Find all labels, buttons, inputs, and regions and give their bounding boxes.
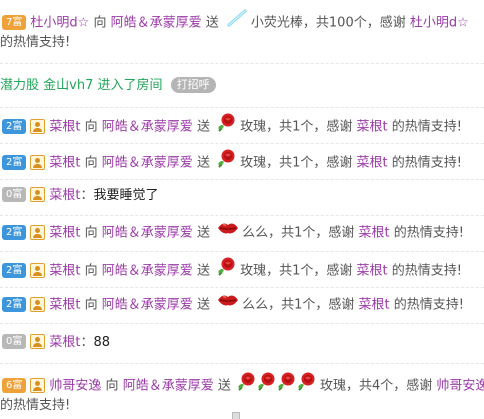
sender-name[interactable]: 菜根t: [49, 188, 80, 203]
user-icon: [30, 224, 46, 240]
chat-message-gift: 2富 菜根t 向 阿皓＆承蒙厚爱 送 玫瑰，共1个，感谢 菜根t 的热情支持!: [0, 108, 484, 144]
receiver-name[interactable]: 阿皓＆承蒙厚爱: [111, 16, 202, 31]
rose-icon: [217, 112, 237, 140]
send-word: 送: [196, 119, 210, 135]
thank-name[interactable]: 菜根t: [357, 264, 388, 279]
thanks-tail: 的热情支持!: [0, 35, 71, 50]
thanks-tail: 的热情支持!: [0, 398, 71, 413]
gift-text: 玫瑰，共1个，感谢: [240, 263, 353, 279]
thanks-tail: 的热情支持!: [391, 155, 462, 171]
receiver-name[interactable]: 阿皓＆承蒙厚爱: [102, 264, 193, 279]
sender-name[interactable]: 菜根t: [49, 226, 80, 241]
user-icon: [30, 296, 46, 312]
send-word: 送: [196, 297, 210, 313]
thank-name[interactable]: 杜小明d☆: [410, 16, 469, 31]
chat-message-gift: 2富 菜根t 向 阿皓＆承蒙厚爱 送 玫瑰，共1个，感谢 菜根t 的热情支持!: [0, 144, 484, 180]
to-word: 向: [84, 119, 98, 135]
chat-text: 88: [93, 335, 111, 350]
scroll-grip[interactable]: [232, 412, 240, 419]
gift-text: 么么，共1个，感谢: [242, 225, 355, 241]
thanks-tail: 的热情支持!: [391, 119, 462, 135]
sender-name[interactable]: 菜根t: [49, 298, 80, 313]
wealth-level-badge: 7富: [2, 14, 27, 30]
send-word: 送: [196, 225, 210, 241]
to-word: 向: [105, 378, 119, 394]
wealth-level-badge: 0富: [2, 187, 27, 202]
kiss-lips-icon: [217, 220, 239, 244]
sender-name[interactable]: 菜根t: [49, 264, 80, 279]
sender-name[interactable]: 杜小明d☆: [30, 16, 89, 31]
gift-text: 玫瑰，共4个，感谢: [320, 378, 433, 394]
colon: ：: [80, 335, 94, 350]
thank-name[interactable]: 菜根t: [359, 226, 390, 241]
thanks-tail: 的热情支持!: [391, 263, 462, 279]
user-icon: [30, 118, 46, 134]
rose-icon: [217, 148, 237, 176]
send-word: 送: [205, 15, 219, 31]
colon: ：: [80, 188, 94, 203]
thank-name[interactable]: 菜根t: [359, 298, 390, 313]
to-word: 向: [84, 225, 98, 241]
gift-text: 小荧光棒，共100个，感谢: [250, 15, 406, 31]
user-icon: [30, 334, 46, 349]
wealth-level-badge: 6富: [2, 377, 27, 393]
chat-text: 我要睡觉了: [93, 188, 159, 203]
wealth-level-badge: 0富: [2, 334, 27, 349]
thank-name[interactable]: 帅哥安逸: [436, 379, 484, 394]
sender-name[interactable]: 菜根t: [49, 156, 80, 171]
receiver-name[interactable]: 阿皓＆承蒙厚爱: [102, 156, 193, 171]
send-word: 送: [196, 263, 210, 279]
user-icon: [30, 377, 46, 393]
chat-message-gift: 6富 帅哥安逸 向 阿皓＆承蒙厚爱 送 玫瑰，共4个，感谢 帅哥安逸 的热情支持!: [0, 364, 484, 419]
receiver-name[interactable]: 阿皓＆承蒙厚爱: [102, 120, 193, 135]
sender-name[interactable]: 帅哥安逸: [49, 379, 101, 394]
chat-message-gift: 2富 菜根t 向 阿皓＆承蒙厚爱 送 么么，共1个，感谢 菜根t 的热情支持!: [0, 288, 484, 324]
rose-icon: [217, 256, 237, 284]
chat-message-gift: 7富 杜小明d☆ 向 阿皓＆承蒙厚爱 送 小荧光棒，共100个，感谢 杜小明d☆ …: [0, 0, 484, 64]
chat-message-text: 0富 菜根t：88: [0, 324, 484, 364]
user-icon: [30, 262, 46, 278]
sender-name[interactable]: 菜根t: [49, 335, 80, 350]
send-word: 送: [217, 378, 231, 394]
to-word: 向: [84, 297, 98, 313]
receiver-name[interactable]: 阿皓＆承蒙厚爱: [123, 379, 214, 394]
wealth-level-badge: 2富: [2, 118, 27, 134]
chat-message-list: 7富 杜小明d☆ 向 阿皓＆承蒙厚爱 送 小荧光棒，共100个，感谢 杜小明d☆ …: [0, 0, 484, 419]
chat-message-gift: 2富 菜根t 向 阿皓＆承蒙厚爱 送 玫瑰，共1个，感谢 菜根t 的热情支持!: [0, 252, 484, 288]
gift-text: 么么，共1个，感谢: [242, 297, 355, 313]
thanks-tail: 的热情支持!: [393, 297, 464, 313]
wealth-level-badge: 2富: [2, 154, 27, 170]
user-icon: [30, 187, 46, 202]
thanks-tail: 的热情支持!: [393, 225, 464, 241]
to-word: 向: [84, 155, 98, 171]
gift-text: 玫瑰，共1个，感谢: [240, 119, 353, 135]
chat-message-gift: 2富 菜根t 向 阿皓＆承蒙厚爱 送 么么，共1个，感谢 菜根t 的热情支持!: [0, 216, 484, 252]
thank-name[interactable]: 菜根t: [357, 156, 388, 171]
user-icon: [30, 154, 46, 170]
wealth-level-badge: 2富: [2, 262, 27, 278]
kiss-lips-icon: [217, 292, 239, 316]
to-word: 向: [84, 263, 98, 279]
sender-name[interactable]: 菜根t: [49, 120, 80, 135]
wealth-level-badge: 2富: [2, 296, 27, 312]
send-word: 送: [196, 155, 210, 171]
to-word: 向: [93, 15, 107, 31]
greet-button[interactable]: 打招呼: [170, 76, 216, 93]
thank-name[interactable]: 菜根t: [357, 120, 388, 135]
receiver-name[interactable]: 阿皓＆承蒙厚爱: [102, 298, 193, 313]
receiver-name[interactable]: 阿皓＆承蒙厚爱: [102, 226, 193, 241]
join-notice: 潜力股 金山vh7 进入了房间: [0, 78, 163, 93]
chat-message-text: 0富 菜根t：我要睡觉了: [0, 180, 484, 216]
wealth-level-badge: 2富: [2, 224, 27, 240]
gift-text: 玫瑰，共1个，感谢: [240, 155, 353, 171]
chat-message-join: 潜力股 金山vh7 进入了房间 打招呼: [0, 64, 484, 108]
